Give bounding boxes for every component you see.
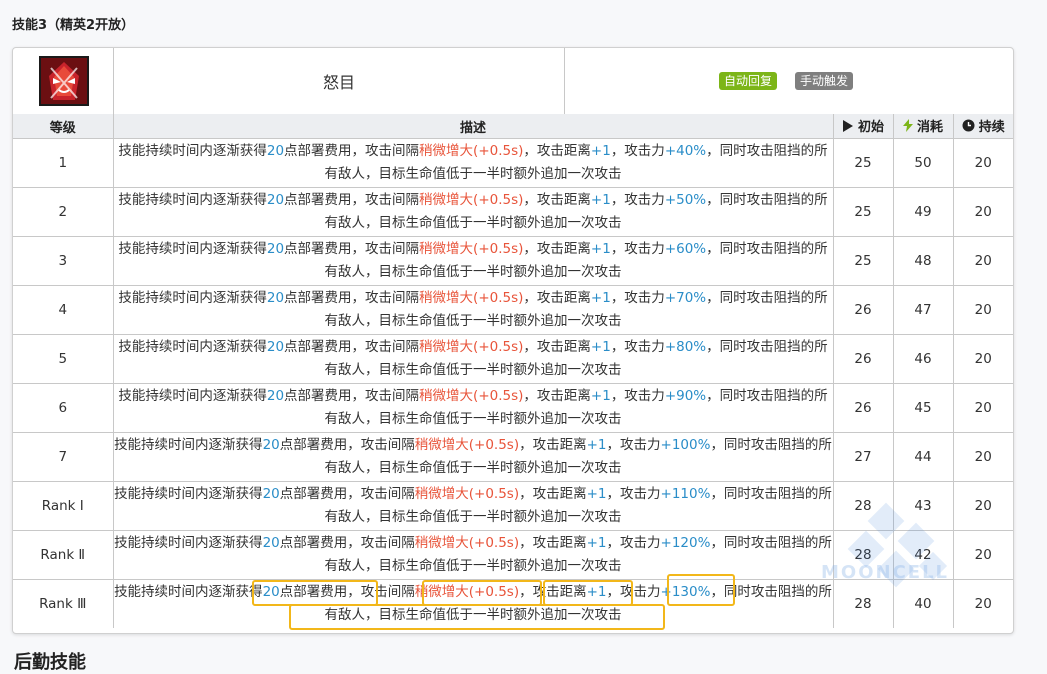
description-cell: 技能持续时间内逐渐获得20点部署费用，攻击间隔稍微增大(+0.5s)，攻击距离+… bbox=[113, 138, 834, 188]
sp-cost-cell: 50 bbox=[893, 138, 954, 188]
play-icon bbox=[842, 119, 853, 132]
column-header-cost: 消耗 bbox=[893, 114, 954, 139]
skill-icon bbox=[39, 56, 89, 106]
initial-sp-cell: 28 bbox=[833, 579, 894, 628]
skill-name: 怒目 bbox=[114, 48, 565, 114]
level-cell: 6 bbox=[13, 383, 114, 433]
duration-cell: 20 bbox=[974, 596, 992, 612]
duration-cell: 20 bbox=[953, 236, 1013, 286]
skill-level-table: 等级 描述 初始 消耗 持续 1 技能持续时间内逐渐获得20点部署费用，攻击间隔稍… bbox=[13, 114, 1013, 628]
duration-cell: 20 bbox=[953, 138, 1013, 188]
column-header-desc: 描述 bbox=[113, 114, 834, 139]
skill-header: 怒目 自动回复 手动触发 bbox=[13, 48, 1013, 115]
table-row: Rank Ⅲ 技能持续时间内逐渐获得20点部署费用，攻击间隔稍微增大(+0.5s)… bbox=[13, 579, 1013, 628]
table-row: 6 技能持续时间内逐渐获得20点部署费用，攻击间隔稍微增大(+0.5s)，攻击距离… bbox=[13, 383, 1013, 433]
initial-sp-cell: 25 bbox=[833, 138, 894, 188]
skill-icon-cell bbox=[13, 48, 114, 114]
initial-sp-cell: 25 bbox=[833, 187, 894, 237]
sp-cost-cell: 49 bbox=[893, 187, 954, 237]
table-header-row: 等级 描述 初始 消耗 持续 bbox=[13, 114, 1013, 139]
watermark-text: MOONCELL bbox=[821, 562, 950, 583]
table-row: 3 技能持续时间内逐渐获得20点部署费用，攻击间隔稍微增大(+0.5s)，攻击距离… bbox=[13, 236, 1013, 286]
sp-cost-cell: 48 bbox=[893, 236, 954, 286]
sp-cost-cell: 45 bbox=[893, 383, 954, 433]
level-cell: 2 bbox=[13, 187, 114, 237]
description-cell: 技能持续时间内逐渐获得20点部署费用，攻击间隔稍微增大(+0.5s)，攻击距离+… bbox=[113, 383, 834, 433]
table-row: 2 技能持续时间内逐渐获得20点部署费用，攻击间隔稍微增大(+0.5s)，攻击距离… bbox=[13, 187, 1013, 237]
level-cell: Rank Ⅱ bbox=[13, 530, 114, 580]
skill-tags: 自动回复 手动触发 bbox=[565, 48, 1013, 114]
column-header-initial: 初始 bbox=[833, 114, 894, 139]
description-cell: 技能持续时间内逐渐获得20点部署费用，攻击间隔稍微增大(+0.5s)，攻击距离+… bbox=[113, 579, 834, 628]
recovery-type-tag: 自动回复 bbox=[719, 72, 778, 90]
table-row: 1 技能持续时间内逐渐获得20点部署费用，攻击间隔稍微增大(+0.5s)，攻击距离… bbox=[13, 138, 1013, 188]
initial-sp-cell: 25 bbox=[833, 236, 894, 286]
table-row: Rank Ⅰ 技能持续时间内逐渐获得20点部署费用，攻击间隔稍微增大(+0.5s)… bbox=[13, 481, 1013, 531]
description-cell: 技能持续时间内逐渐获得20点部署费用，攻击间隔稍微增大(+0.5s)，攻击距离+… bbox=[113, 481, 834, 531]
table-row: 7 技能持续时间内逐渐获得20点部署费用，攻击间隔稍微增大(+0.5s)，攻击距离… bbox=[13, 432, 1013, 482]
next-section-title: 后勤技能 bbox=[14, 652, 86, 673]
level-cell: 7 bbox=[13, 432, 114, 482]
description-cell: 技能持续时间内逐渐获得20点部署费用，攻击间隔稍微增大(+0.5s)，攻击距离+… bbox=[113, 334, 834, 384]
sp-cost-cell: 46 bbox=[893, 334, 954, 384]
initial-sp-cell: 26 bbox=[833, 383, 894, 433]
description-cell: 技能持续时间内逐渐获得20点部署费用，攻击间隔稍微增大(+0.5s)，攻击距离+… bbox=[113, 236, 834, 286]
sp-cost-cell: 43 bbox=[893, 481, 954, 531]
table-row: 4 技能持续时间内逐渐获得20点部署费用，攻击间隔稍微增大(+0.5s)，攻击距离… bbox=[13, 285, 1013, 335]
column-header-level: 等级 bbox=[13, 114, 114, 139]
level-cell: Rank Ⅲ bbox=[13, 579, 114, 628]
skill-card: 怒目 自动回复 手动触发 等级 描述 初始 消耗 持续 1 技能持续时间内逐渐获… bbox=[12, 47, 1014, 634]
lightning-icon bbox=[902, 119, 913, 132]
description-cell: 技能持续时间内逐渐获得20点部署费用，攻击间隔稍微增大(+0.5s)，攻击距离+… bbox=[113, 530, 834, 580]
duration-cell: 20 bbox=[953, 432, 1013, 482]
sp-cost-cell: 47 bbox=[893, 285, 954, 335]
initial-sp-cell: 28 bbox=[833, 481, 894, 531]
duration-cell: 20 bbox=[953, 334, 1013, 384]
level-cell: 1 bbox=[13, 138, 114, 188]
initial-sp-cell: 26 bbox=[833, 334, 894, 384]
description-cell: 技能持续时间内逐渐获得20点部署费用，攻击间隔稍微增大(+0.5s)，攻击距离+… bbox=[113, 432, 834, 482]
duration-cell: 20 bbox=[953, 285, 1013, 335]
initial-sp-cell: 27 bbox=[833, 432, 894, 482]
sp-cost-cell: 44 bbox=[893, 432, 954, 482]
duration-cell: 20 bbox=[953, 383, 1013, 433]
trigger-type-tag: 手动触发 bbox=[795, 72, 854, 90]
level-cell: 3 bbox=[13, 236, 114, 286]
table-row: 5 技能持续时间内逐渐获得20点部署费用，攻击间隔稍微增大(+0.5s)，攻击距离… bbox=[13, 334, 1013, 384]
section-title: 技能3（精英2开放） bbox=[12, 18, 135, 33]
sp-cost-cell: 40 bbox=[893, 579, 954, 628]
duration-cell: 20 bbox=[953, 530, 1013, 580]
level-cell: Rank Ⅰ bbox=[13, 481, 114, 531]
description-cell: 技能持续时间内逐渐获得20点部署费用，攻击间隔稍微增大(+0.5s)，攻击距离+… bbox=[113, 187, 834, 237]
duration-cell: 20 bbox=[953, 481, 1013, 531]
column-header-duration: 持续 bbox=[953, 114, 1013, 139]
duration-cell: 20 bbox=[953, 187, 1013, 237]
initial-sp-cell: 26 bbox=[833, 285, 894, 335]
level-cell: 4 bbox=[13, 285, 114, 335]
description-cell: 技能持续时间内逐渐获得20点部署费用，攻击间隔稍微增大(+0.5s)，攻击距离+… bbox=[113, 285, 834, 335]
clock-icon bbox=[962, 119, 975, 132]
level-cell: 5 bbox=[13, 334, 114, 384]
